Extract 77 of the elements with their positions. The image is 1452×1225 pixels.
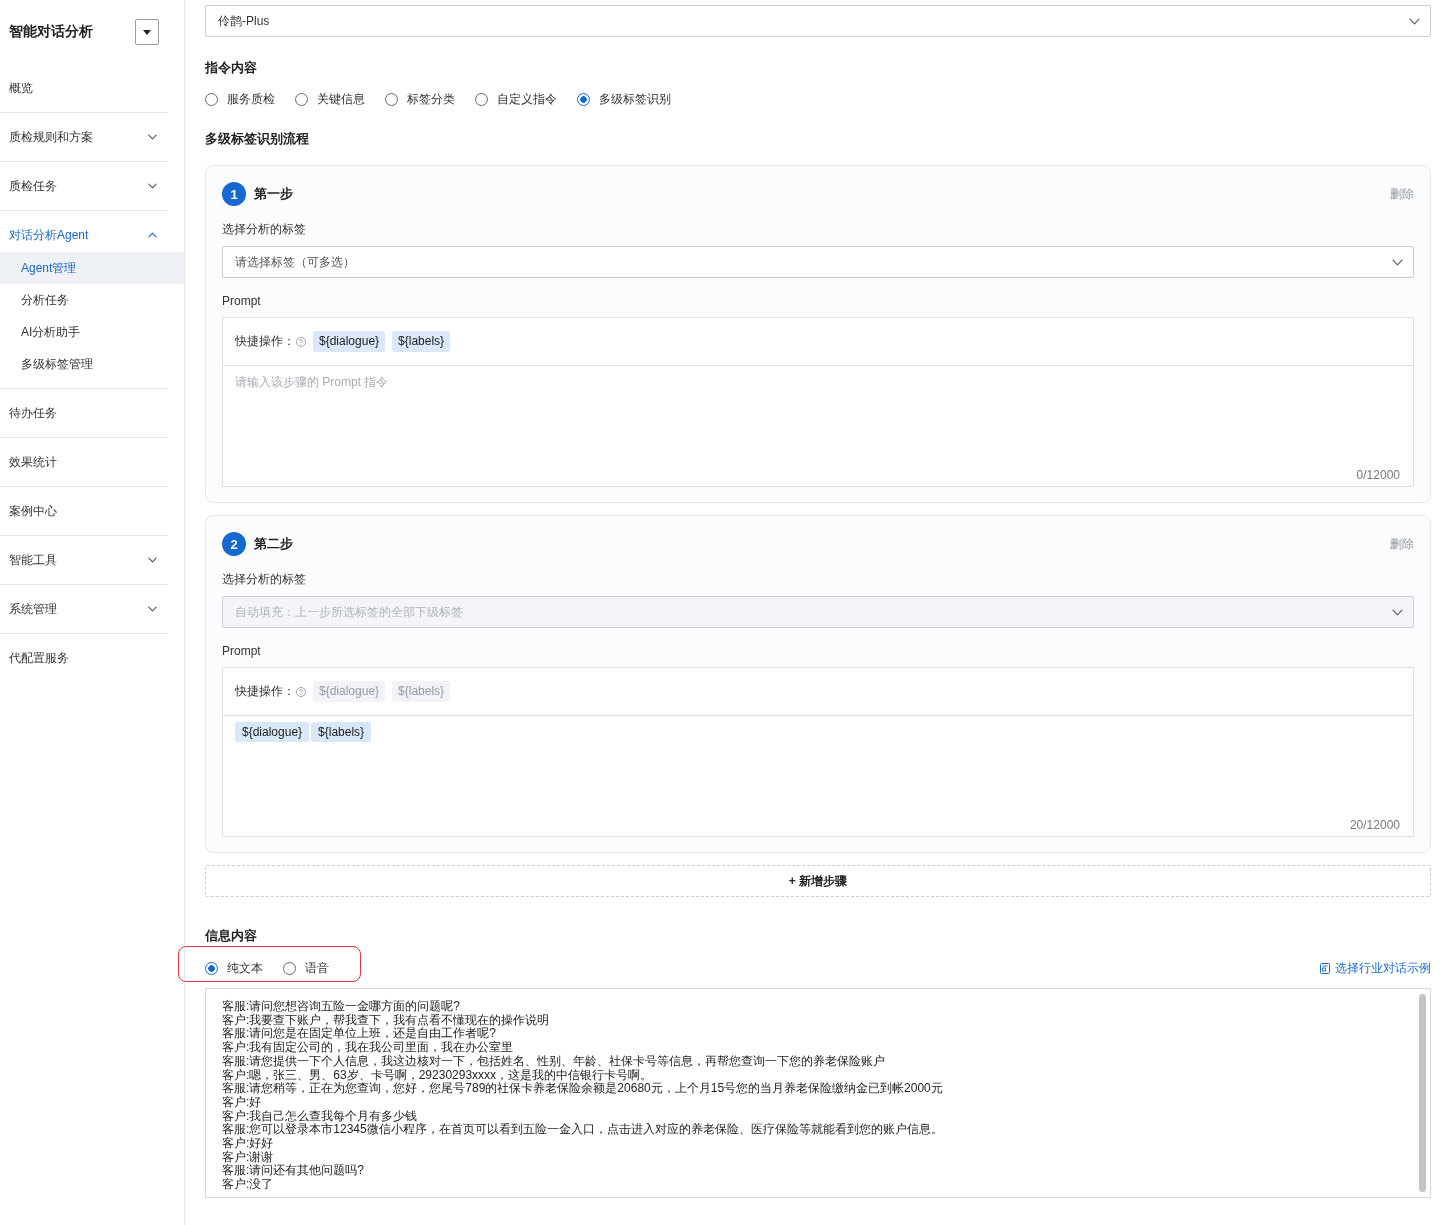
radio-label[interactable]: 服务质检 <box>227 91 275 107</box>
shortcut-label: 快捷操作： <box>235 333 295 350</box>
dialogue-line: 客服:请问您想咨询五险一金哪方面的问题呢? <box>222 1000 461 1014</box>
sidebar-item[interactable]: 质检任务 <box>0 162 184 210</box>
example-link[interactable]: 选择行业对话示例 <box>1320 960 1431 976</box>
radio-label[interactable]: 关键信息 <box>317 91 365 107</box>
radio-button[interactable] <box>204 961 218 975</box>
dialogue-line: 客服:请您稍等，正在为您查询，您好，您尾号789的社保卡养老保险余额是20680元，上个月15号您的当月养老保险缴纳金已到帐2000元 <box>222 1082 944 1096</box>
chevron-down-icon <box>1392 258 1403 266</box>
step-title: 第一步 <box>254 185 293 203</box>
radio-button[interactable] <box>385 92 398 106</box>
chevron-down-icon <box>1392 608 1403 616</box>
sidebar-item[interactable]: 代配置服务 <box>0 634 184 682</box>
step-title: 第二步 <box>254 535 293 553</box>
dialogue-textarea[interactable] <box>205 988 1431 1198</box>
radio-button[interactable] <box>577 92 590 106</box>
step-number: 1 <box>222 182 246 206</box>
char-counter: 20/12000 <box>1349 817 1400 833</box>
prompt-placeholder: 请输入该步骤的 Prompt 指令 <box>235 374 390 391</box>
sidebar-item[interactable]: 质检规则和方案 <box>0 113 184 161</box>
variable-chip[interactable]: ${dialogue} <box>313 331 386 352</box>
dialogue-line: 客服:请问您是在固定单位上班，还是自由工作者呢? <box>222 1027 497 1041</box>
sidebar-item[interactable]: 智能工具 <box>0 536 184 584</box>
sidebar-subitem[interactable]: AI分析助手 <box>0 316 184 348</box>
shortcut-label: 快捷操作： <box>235 683 295 700</box>
caret-down-icon <box>143 29 151 35</box>
dialogue-line: 客户:没了 <box>222 1178 275 1192</box>
section-title: 多级标签识别流程 <box>205 131 310 147</box>
dialogue-line: 客服:请问还有其他问题吗? <box>222 1164 365 1178</box>
step-number: 2 <box>222 532 246 556</box>
sidebar-item[interactable]: 对话分析Agent <box>0 211 184 252</box>
dropdown-button[interactable] <box>135 19 159 45</box>
sidebar-item[interactable]: 待办任务 <box>0 389 184 437</box>
add-step-button[interactable]: + 新增步骤 <box>205 865 1431 897</box>
dialogue-line: 客户:好 <box>222 1095 263 1110</box>
variable-tag: ${labels} <box>311 722 372 742</box>
dialogue-line: 客户:我有固定公司的，我在我公司里面，我在办公室里 <box>222 1041 515 1055</box>
sidebar-subitem[interactable]: Agent管理 <box>0 252 184 284</box>
sidebar-item[interactable]: 概览 <box>0 64 184 112</box>
sidebar-subitem[interactable]: 分析任务 <box>0 284 184 316</box>
prompt-input[interactable]: ${dialogue} ${labels} 20/12000 <box>223 716 1413 836</box>
dialogue-line: 客户:谢谢 <box>222 1150 275 1164</box>
variable-chip[interactable]: ${labels} <box>392 331 451 352</box>
field-label: Prompt <box>222 643 262 659</box>
dialogue-line: 客户:嗯，张三、男、63岁、卡号啊，29230293xxxx，这是我的中信银行卡号啊。 <box>222 1068 654 1082</box>
dialogue-line: 客服:请您提供一下个人信息，我这边核对一下，包括姓名、性别、年龄、社保卡号等信息，再帮您查询一下您的养老保险账户 <box>222 1054 887 1069</box>
radio-label[interactable]: 多级标签识别 <box>599 91 671 107</box>
radio-button[interactable] <box>205 92 218 106</box>
radio-button[interactable] <box>295 92 308 106</box>
model-select[interactable]: 伶鹊-Plus <box>205 5 1431 37</box>
dialogue-line: 客户:我要查下账户，帮我查下，我有点看不懂现在的操作说明 <box>222 1013 551 1027</box>
dialogue-line: 客户:好好 <box>222 1137 275 1151</box>
variable-tag: ${dialogue} <box>235 722 310 742</box>
section-title: 指令内容 <box>205 60 258 76</box>
chevron-down-icon <box>1409 17 1420 25</box>
radio-button[interactable] <box>282 961 296 975</box>
field-label: 选择分析的标签 <box>222 571 307 587</box>
radio-label[interactable]: 自定义指令 <box>497 91 557 107</box>
prompt-input[interactable]: 请输入该步骤的 Prompt 指令 0/12000 <box>223 366 1413 486</box>
scrollbar-thumb[interactable] <box>1419 994 1426 1192</box>
char-counter: 0/12000 <box>1356 467 1400 483</box>
field-label: 选择分析的标签 <box>222 221 307 237</box>
field-label: Prompt <box>222 293 262 309</box>
radio-label[interactable]: 语音 <box>304 960 329 976</box>
radio-button[interactable] <box>475 92 488 106</box>
sidebar-item[interactable]: 案例中心 <box>0 487 184 535</box>
dialogue-line: 客服:您可以登录本市12345微信小程序，在首页可以看到五险一金入口，点击进入对应的养老保险、医疗保险等就能看到您的账户信息。 <box>222 1123 944 1137</box>
sidebar-subitem[interactable]: 多级标签管理 <box>0 348 184 380</box>
tag-select[interactable]: 请选择标签（可多选） <box>222 246 1414 278</box>
sidebar-item[interactable]: 效果统计 <box>0 438 184 486</box>
section-title: 信息内容 <box>205 928 258 944</box>
document-icon <box>1320 962 1330 974</box>
radio-label[interactable]: 标签分类 <box>407 91 455 107</box>
sidebar-item[interactable]: 系统管理 <box>0 585 184 633</box>
app-title: 智能对话分析 <box>9 23 93 41</box>
dialogue-line: 客户:我自己怎么查我每个月有多少钱 <box>222 1109 419 1123</box>
radio-label[interactable]: 纯文本 <box>226 960 263 976</box>
